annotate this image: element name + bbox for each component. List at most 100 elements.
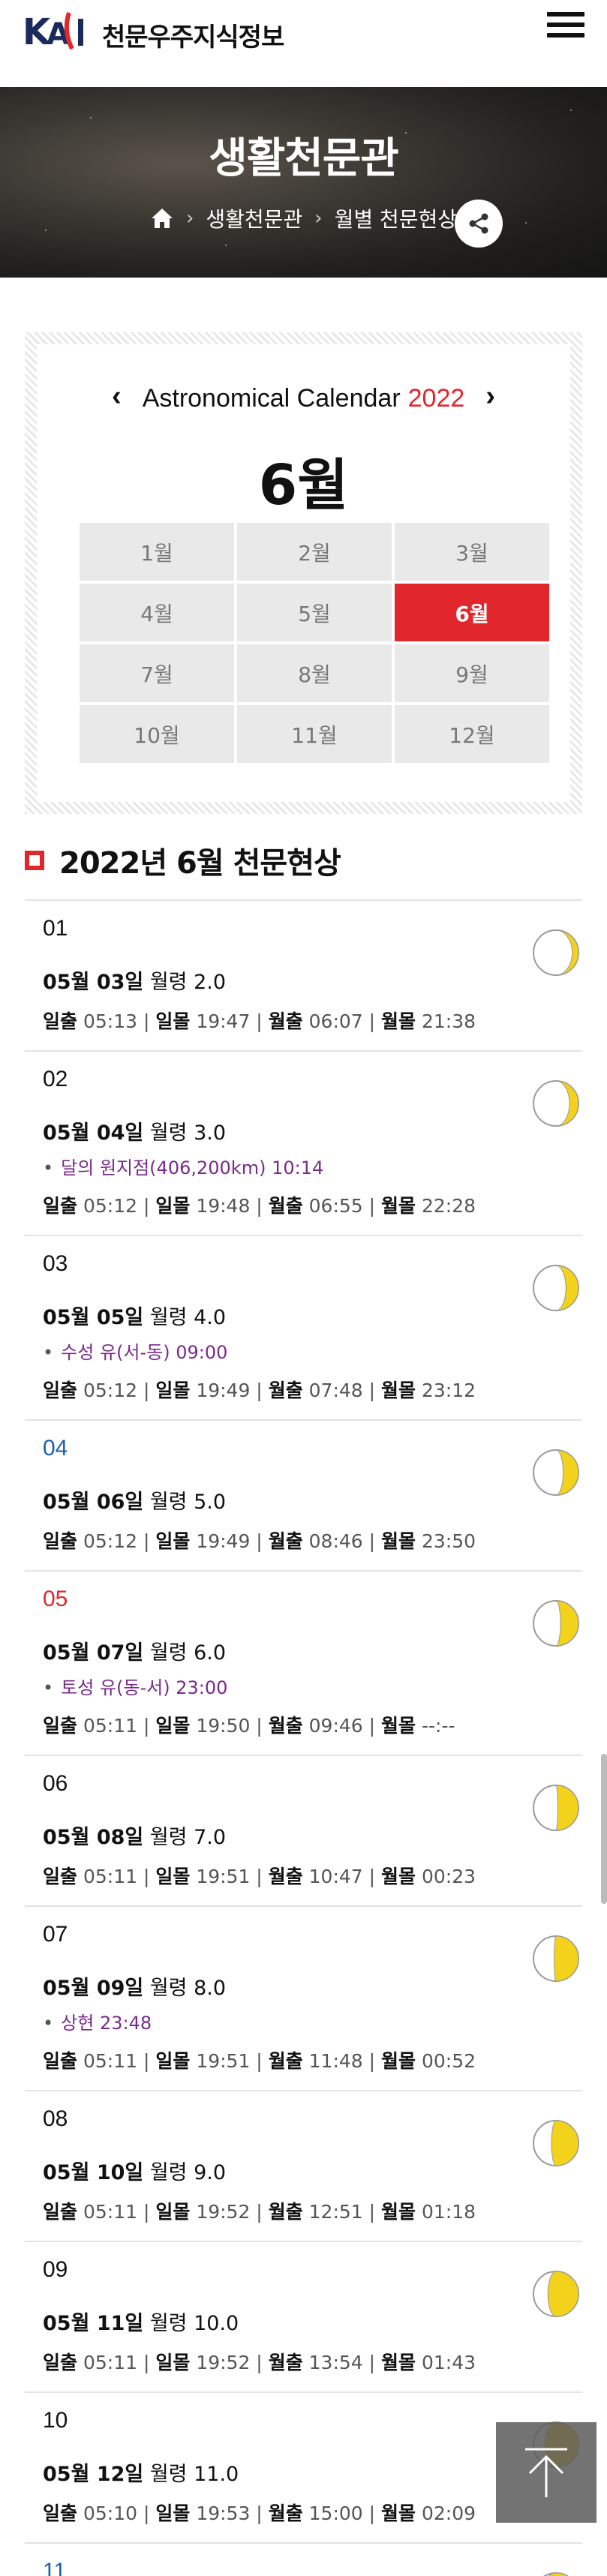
event-item: 상현 23:48	[43, 2008, 582, 2034]
moon-age: 3.0	[194, 1121, 227, 1145]
calendar-year: 2022	[407, 383, 465, 413]
month-button[interactable]: 7월	[80, 644, 234, 702]
age-label: 월령	[149, 971, 188, 994]
month-button[interactable]: 6월	[395, 584, 549, 641]
moon-age: 7.0	[194, 1826, 227, 1849]
rise-set-line: 일출 05:12 | 일몰 19:49 | 월출 08:46 | 월몰 23:5…	[43, 1530, 476, 1552]
list-item: 05 05월 07일 월령 6.0 토성 유(동-서) 23:00 일출 05:11…	[25, 1570, 582, 1755]
moon-phase-icon	[533, 1600, 579, 1647]
home-icon[interactable]	[150, 207, 174, 230]
age-label: 월령	[149, 2161, 188, 2184]
moon-phase-icon	[533, 1449, 579, 1496]
hamburger-menu-icon[interactable]	[547, 12, 584, 42]
lunar-date: 05월 05일	[43, 1306, 144, 1329]
event-item: 토성 유(동-서) 23:00	[43, 1673, 582, 1699]
day-list: 01 05월 03일 월령 2.0 일출 05:13 | 일몰 19:47 | 월…	[25, 899, 582, 2576]
moon-phase-icon	[543, 2572, 569, 2576]
age-label: 월령	[149, 1121, 188, 1145]
square-marker-icon	[25, 851, 44, 870]
month-button[interactable]: 3월	[395, 523, 549, 581]
day-number: 04	[43, 1436, 68, 1461]
age-label: 월령	[149, 1491, 188, 1514]
month-button[interactable]: 12월	[395, 705, 549, 763]
month-button[interactable]: 8월	[237, 644, 392, 702]
list-item: 1105월 13일 월령 12.0 일출 05:10 | 일몰 19:53 | …	[25, 2542, 582, 2576]
lunar-date: 05월 12일	[43, 2463, 144, 2486]
logo-text: 천문우주지식정보	[102, 22, 284, 53]
date-line: 05월 05일 월령 4.0	[43, 1301, 582, 1330]
share-button[interactable]	[455, 200, 503, 248]
section-heading: 2022년 6월 천문현상	[25, 839, 341, 882]
back-to-top-button[interactable]	[496, 2422, 596, 2523]
date-line: 05월 07일 월령 6.0	[43, 1636, 582, 1665]
moon-age: 10.0	[194, 2312, 239, 2335]
calendar-nav: ‹ Astronomical Calendar 2022 ›	[37, 380, 570, 415]
date-line: 05월 09일 월령 8.0	[43, 1971, 582, 2001]
calendar-title: Astronomical Calendar	[142, 383, 401, 413]
month-button[interactable]: 4월	[80, 584, 234, 641]
month-button[interactable]: 9월	[395, 644, 549, 702]
rise-set-line: 일출 05:11 | 일몰 19:52 | 월출 13:54 | 월몰 01:4…	[43, 2352, 476, 2373]
date-line: 05월 04일 월령 3.0	[43, 1116, 582, 1145]
rise-set-line: 일출 05:12 | 일몰 19:48 | 월출 06:55 | 월몰 22:2…	[43, 1195, 476, 1217]
chevron-right-icon[interactable]: ›	[485, 380, 495, 413]
list-item: 06 05월 08일 월령 7.0 일출 05:11 | 일몰 19:51 | 월…	[25, 1755, 582, 1905]
moon-age: 6.0	[194, 1641, 227, 1665]
day-number: 05	[43, 1587, 68, 1611]
day-number: 07	[43, 1922, 68, 1947]
list-item: 01 05월 03일 월령 2.0 일출 05:13 | 일몰 19:47 | 월…	[25, 899, 582, 1050]
moon-age: 8.0	[194, 1977, 227, 2000]
event-item: 수성 유(서-동) 09:00	[43, 1338, 582, 1364]
date-line: 05월 08일 월령 7.0	[43, 1821, 582, 1850]
moon-age: 4.0	[194, 1306, 227, 1329]
section-title: 2022년 6월 천문현상	[59, 846, 341, 881]
rise-set-line: 일출 05:13 | 일몰 19:47 | 월출 06:07 | 월몰 21:3…	[43, 1010, 476, 1032]
scrollbar[interactable]	[601, 1754, 607, 1904]
day-number: 06	[43, 1771, 68, 1796]
moon-age: 5.0	[194, 1491, 227, 1514]
moon-phase-icon	[533, 1935, 579, 1982]
moon-phase-icon	[533, 2271, 579, 2317]
lunar-date: 05월 04일	[43, 1121, 144, 1145]
month-button[interactable]: 11월	[237, 705, 392, 763]
list-item: 08 05월 10일 월령 9.0 일출 05:11 | 일몰 19:52 | 월…	[25, 2090, 582, 2241]
moon-phase-icon	[533, 929, 579, 976]
rise-set-line: 일출 05:11 | 일몰 19:51 | 월출 10:47 | 월몰 00:2…	[43, 1866, 476, 1887]
moon-phase-icon	[533, 2120, 579, 2166]
moon-phase-icon	[533, 1080, 579, 1127]
kasi-logo-mark: K A	[23, 10, 92, 60]
day-number: 09	[43, 2257, 68, 2282]
chevron-left-icon[interactable]: ‹	[112, 380, 122, 413]
rise-set-line: 일출 05:11 | 일몰 19:52 | 월출 12:51 | 월몰 01:1…	[43, 2201, 476, 2223]
page-title: 생활천문관	[209, 134, 399, 183]
moon-age: 11.0	[194, 2463, 239, 2486]
day-number: 03	[43, 1251, 68, 1276]
age-label: 월령	[149, 1641, 188, 1665]
month-button[interactable]: 5월	[237, 584, 392, 641]
day-number: 08	[43, 2106, 68, 2131]
date-line: 05월 11일 월령 10.0	[43, 2307, 582, 2336]
month-grid: 1월 2월 3월 4월 5월 6월 7월 8월 9월 10월 11월 12월	[80, 523, 549, 763]
breadcrumb-item-2[interactable]: 월별 천문현상	[335, 203, 457, 233]
lunar-date: 05월 03일	[43, 971, 144, 994]
chevron-right-icon: ›	[314, 207, 323, 230]
breadcrumb: › 생활천문관 › 월별 천문현상	[0, 203, 607, 233]
month-button[interactable]: 10월	[80, 705, 234, 763]
day-number: 02	[43, 1067, 68, 1091]
month-button[interactable]: 2월	[237, 523, 392, 581]
arrow-up-icon	[525, 2448, 567, 2497]
kasi-logo-icon: K A	[23, 11, 83, 53]
site-logo[interactable]: K A 천문우주지식정보	[23, 5, 284, 65]
list-item: 04 05월 06일 월령 5.0 일출 05:12 | 일몰 19:49 | 월…	[25, 1419, 582, 1570]
calendar-box: ‹ Astronomical Calendar 2022 › 6월 1월 2월 3월…	[25, 332, 582, 814]
lunar-date: 05월 10일	[43, 2161, 144, 2184]
age-label: 월령	[149, 1826, 188, 1849]
month-button[interactable]: 1월	[80, 523, 234, 581]
chevron-right-icon: ›	[185, 207, 194, 230]
event-item: 달의 원지점(406,200km) 10:14	[43, 1153, 582, 1179]
age-label: 월령	[149, 1977, 188, 2000]
rise-set-line: 일출 05:12 | 일몰 19:49 | 월출 07:48 | 월몰 23:1…	[43, 1380, 476, 1401]
day-number: 01	[43, 916, 68, 941]
breadcrumb-item-1[interactable]: 생활천문관	[206, 203, 302, 233]
lunar-date: 05월 07일	[43, 1641, 144, 1665]
